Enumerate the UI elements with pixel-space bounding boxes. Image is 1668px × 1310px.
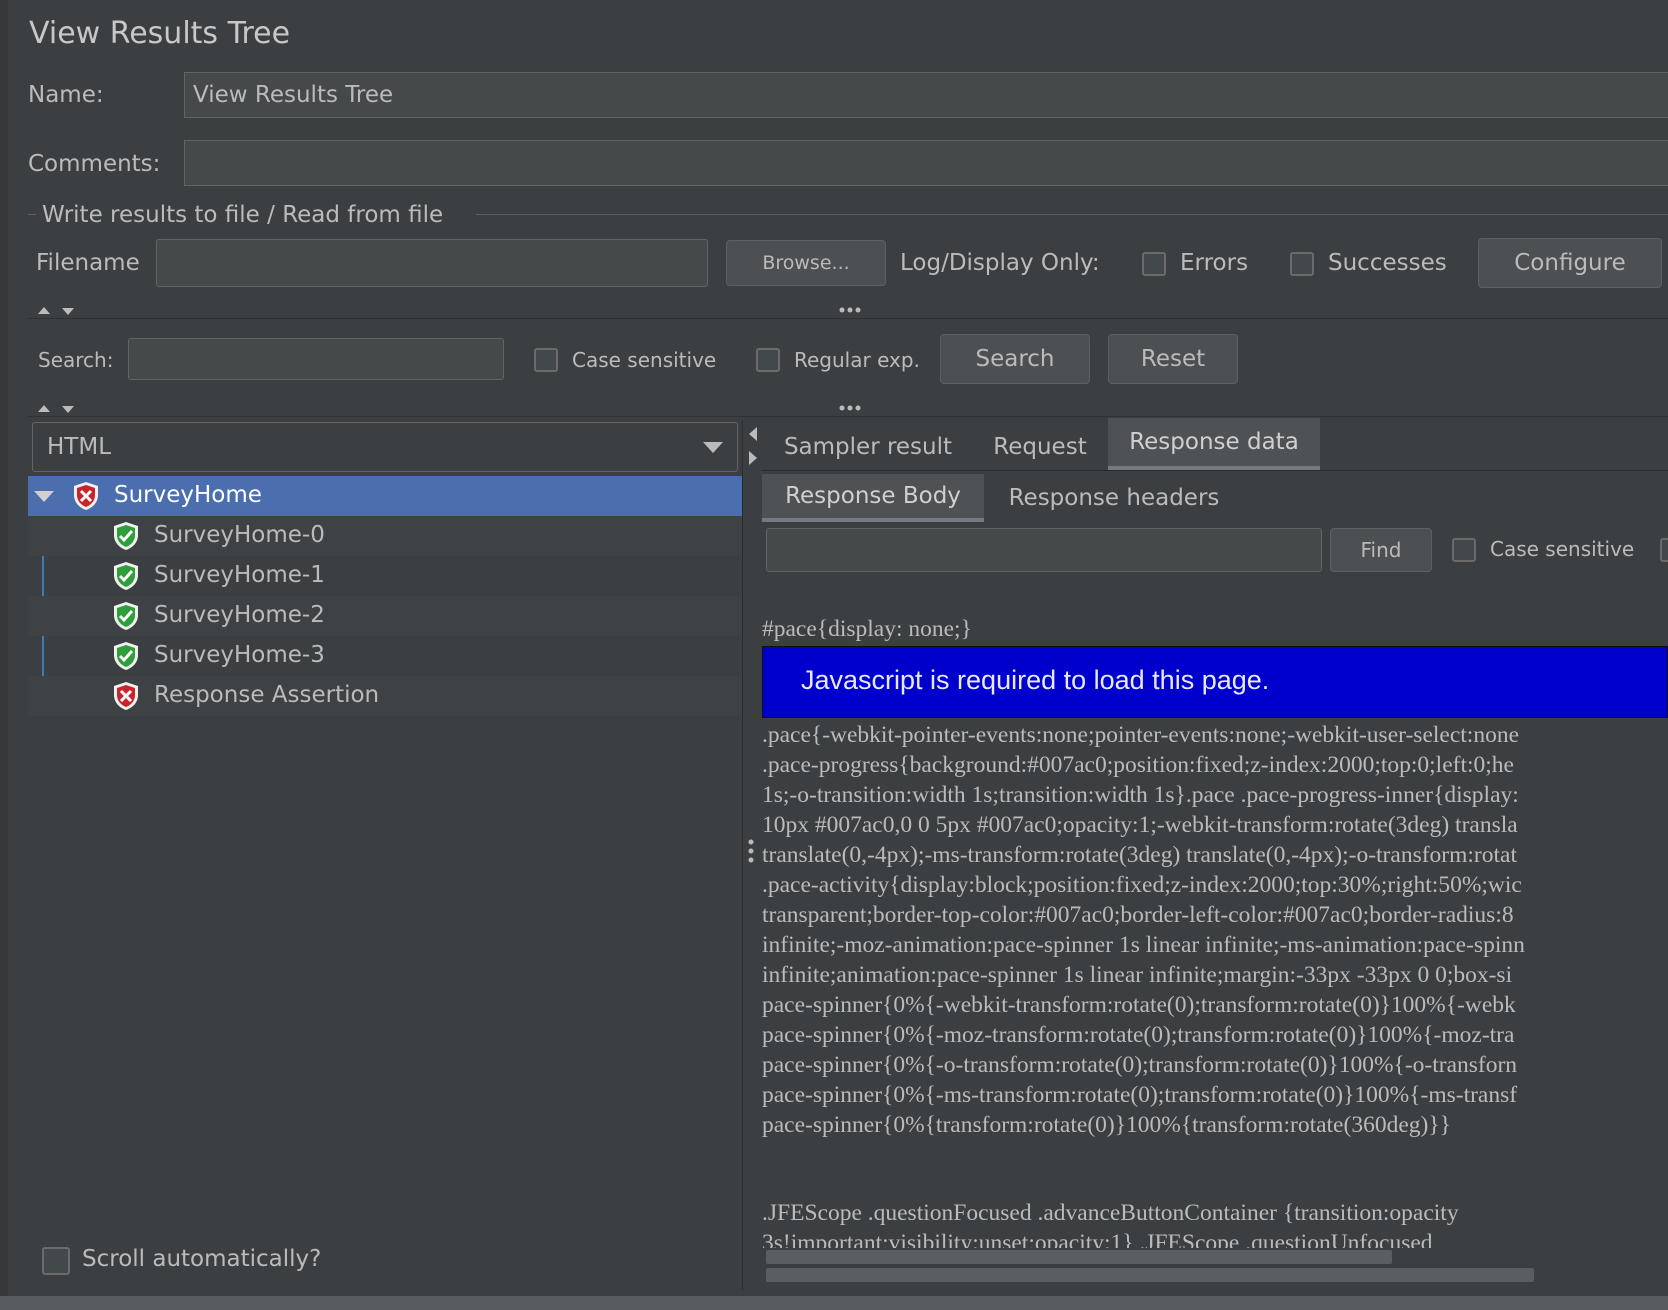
renderer-select-value: HTML	[47, 434, 112, 460]
left-edge-border	[0, 0, 8, 1310]
search-button[interactable]: Search	[940, 334, 1090, 384]
outer-horizontal-scrollbar[interactable]	[766, 1268, 1534, 1282]
bottom-status-bar	[0, 1296, 1668, 1310]
response-css-line: infinite;-moz-animation:pace-spinner 1s …	[762, 932, 1525, 958]
find-case-sensitive-label: Case sensitive	[1490, 537, 1635, 561]
successes-checkbox[interactable]	[1290, 252, 1314, 276]
inner-horizontal-scrollbar[interactable]	[766, 1250, 1392, 1264]
response-tail-clip: .JFEScope .questionFocused .advanceButto…	[762, 1198, 1668, 1248]
left-pane-border	[742, 420, 743, 1290]
filename-field[interactable]	[156, 239, 708, 287]
js-required-text: Javascript is required to load this page…	[801, 665, 1270, 695]
response-css-line: translate(0,-4px);-ms-transform:rotate(3…	[762, 842, 1517, 868]
split-divider-2	[28, 416, 1668, 417]
split-drag-handle-icon-2[interactable]	[838, 404, 862, 412]
expand-arrow-icon[interactable]	[34, 490, 54, 504]
search-input[interactable]	[128, 338, 504, 380]
regex-checkbox[interactable]	[756, 348, 780, 372]
error-shield-icon	[114, 682, 138, 710]
chevron-down-icon	[703, 442, 723, 453]
tree-row[interactable]: SurveyHome-2	[28, 596, 742, 636]
search-case-sensitive-label: Case sensitive	[572, 348, 717, 372]
tab-response-data[interactable]: Response data	[1108, 418, 1320, 470]
log-display-label: Log/Display Only:	[900, 250, 1100, 276]
file-section-legend: Write results to file / Read from file	[42, 202, 444, 228]
pane-drag-handle-icon[interactable]	[747, 838, 755, 864]
response-css-line: pace-spinner{0%{-moz-transform:rotate(0)…	[762, 1022, 1515, 1048]
split-drag-handle-icon[interactable]	[838, 306, 862, 314]
tab-request[interactable]: Request	[984, 424, 1096, 470]
tab-sampler-result[interactable]: Sampler result	[768, 424, 968, 470]
response-css-line: 1s;-o-transition:width 1s;transition:wid…	[762, 782, 1519, 808]
tree-row[interactable]: SurveyHome-3	[28, 636, 742, 676]
success-shield-icon	[114, 602, 138, 630]
tree-row-label: SurveyHome-2	[154, 602, 325, 628]
panel-title: View Results Tree	[29, 16, 291, 51]
comments-field[interactable]	[184, 140, 1668, 186]
pace-style-line: #pace{display: none;}	[762, 616, 972, 642]
split-divider	[28, 318, 1668, 319]
regex-label: Regular exp.	[794, 348, 920, 372]
response-tail-line: .JFEScope .questionFocused .advanceButto…	[762, 1200, 1459, 1226]
js-required-banner: Javascript is required to load this page…	[762, 646, 1668, 718]
name-label: Name:	[28, 82, 104, 108]
file-section-border-right	[476, 214, 1668, 215]
scroll-automatically-label: Scroll automatically?	[82, 1246, 322, 1272]
file-section-border-left	[28, 214, 36, 215]
tree-row-root[interactable]: SurveyHome	[28, 476, 742, 516]
tree-row-label: SurveyHome-3	[154, 642, 325, 668]
find-button[interactable]: Find	[1330, 528, 1432, 572]
scroll-automatically-checkbox[interactable]	[42, 1247, 70, 1275]
tab-response-body[interactable]: Response Body	[762, 474, 984, 522]
pane-expand-left-icon[interactable]	[747, 426, 759, 442]
find-input[interactable]	[766, 528, 1322, 572]
filename-label: Filename	[36, 250, 140, 276]
response-css-line: transparent;border-top-color:#007ac0;bor…	[762, 902, 1514, 928]
response-css-line: .pace{-webkit-pointer-events:none;pointe…	[762, 722, 1520, 748]
tabs-underline	[762, 470, 1668, 471]
comments-label: Comments:	[28, 151, 161, 177]
find-regex-checkbox[interactable]	[1660, 538, 1668, 562]
successes-label: Successes	[1328, 250, 1447, 276]
tab-response-headers[interactable]: Response headers	[994, 476, 1234, 520]
errors-label: Errors	[1180, 250, 1249, 276]
response-css-line: pace-spinner{0%{transform:rotate(0)}100%…	[762, 1112, 1451, 1138]
tree-row-label: SurveyHome	[114, 482, 262, 508]
success-shield-icon	[114, 642, 138, 670]
search-label: Search:	[38, 348, 114, 372]
errors-checkbox[interactable]	[1142, 252, 1166, 276]
tree-row[interactable]: SurveyHome-1	[28, 556, 742, 596]
response-css-line: .pace-activity{display:block;position:fi…	[762, 872, 1522, 898]
success-shield-icon	[114, 522, 138, 550]
response-css-line: pace-spinner{0%{-o-transform:rotate(0);t…	[762, 1052, 1518, 1078]
search-case-sensitive-checkbox[interactable]	[534, 348, 558, 372]
response-css-line: .pace-progress{background:#007ac0;positi…	[762, 752, 1514, 778]
pane-expand-right-icon[interactable]	[747, 450, 759, 466]
success-shield-icon	[114, 562, 138, 590]
configure-button[interactable]: Configure	[1478, 238, 1662, 288]
split-collapse-arrows-icon[interactable]	[36, 304, 76, 318]
response-tail-line: 3s!important;visibility:unset;opacity:1}…	[762, 1230, 1433, 1248]
tree-row-label: Response Assertion	[154, 682, 380, 708]
find-case-sensitive-checkbox[interactable]	[1452, 538, 1476, 562]
response-css-line: pace-spinner{0%{-webkit-transform:rotate…	[762, 992, 1516, 1018]
response-css-line: infinite;animation:pace-spinner 1s linea…	[762, 962, 1513, 988]
tree-row[interactable]: SurveyHome-0	[28, 516, 742, 556]
browse-button[interactable]: Browse...	[726, 240, 886, 286]
tree-row-label: SurveyHome-0	[154, 522, 325, 548]
error-shield-icon	[74, 482, 98, 510]
tree-row[interactable]: Response Assertion	[28, 676, 742, 716]
response-css-line: 10px #007ac0,0 0 5px #007ac0;opacity:1;-…	[762, 812, 1518, 838]
tree-row-label: SurveyHome-1	[154, 562, 325, 588]
name-field[interactable]: View Results Tree	[184, 72, 1668, 118]
renderer-select[interactable]: HTML	[32, 422, 738, 472]
reset-button[interactable]: Reset	[1108, 334, 1238, 384]
split-collapse-arrows-icon-2[interactable]	[36, 402, 76, 416]
response-css-line: pace-spinner{0%{-ms-transform:rotate(0);…	[762, 1082, 1518, 1108]
